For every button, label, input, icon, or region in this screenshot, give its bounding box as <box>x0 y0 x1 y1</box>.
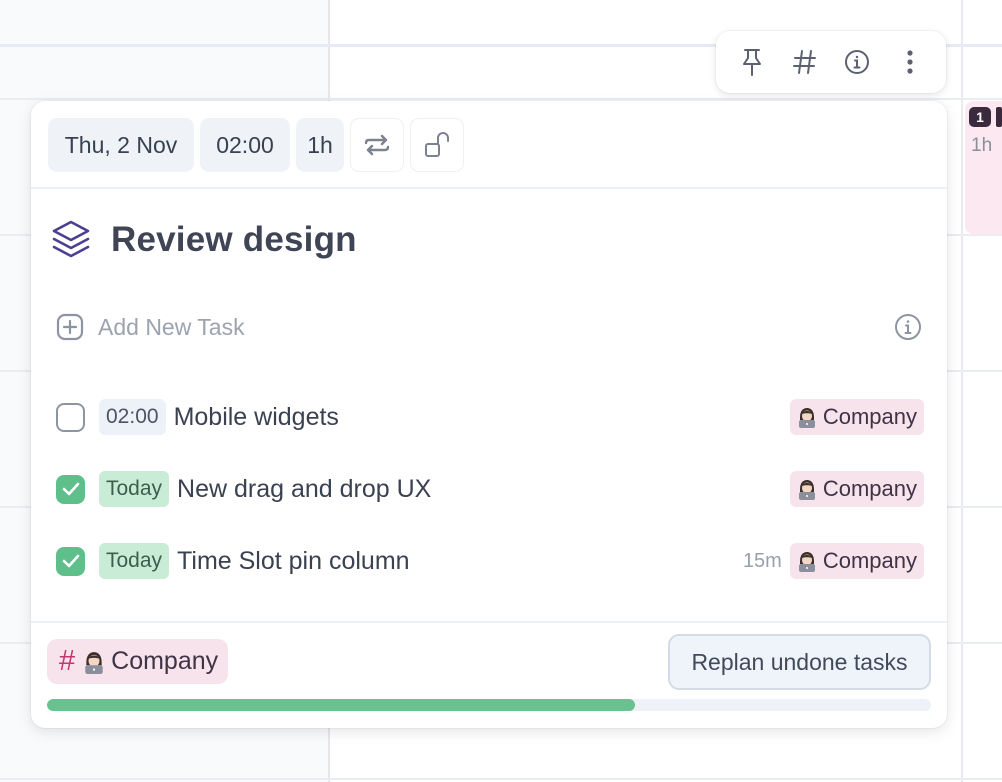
task-time-pill[interactable]: 02:00 <box>99 399 166 435</box>
technologist-emoji-icon <box>798 480 815 500</box>
event-tag-button[interactable]: # Company <box>47 639 229 684</box>
replan-undone-tasks-button[interactable]: Replan undone tasks <box>668 634 931 690</box>
task-checkbox[interactable] <box>56 402 85 432</box>
event-title[interactable]: Review design <box>111 220 357 260</box>
task-date-pill[interactable]: Today <box>99 471 170 507</box>
info-icon <box>895 314 921 340</box>
add-task-input[interactable]: Add New Task <box>98 314 245 341</box>
task-name[interactable]: New drag and drop UX <box>177 475 431 504</box>
more-vertical-icon <box>907 50 913 74</box>
task-tag-label: Company <box>822 404 917 429</box>
calendar-hour-line <box>0 778 1002 780</box>
task-tag[interactable]: Company <box>789 471 924 507</box>
add-task-info-button[interactable] <box>894 313 922 346</box>
task-date-pill[interactable]: Today <box>99 543 170 579</box>
duration-picker-button[interactable]: 1h <box>296 118 344 172</box>
task-row[interactable]: Today Time Slot pin column 15m Company <box>56 541 924 581</box>
layers-icon <box>52 220 90 258</box>
check-icon <box>62 482 79 496</box>
technologist-emoji-icon <box>85 651 103 674</box>
more-options-button[interactable] <box>890 42 930 82</box>
event-duration: 1h <box>971 135 993 156</box>
technologist-emoji-icon <box>798 408 815 428</box>
technologist-emoji-icon <box>798 552 815 572</box>
repeat-button[interactable] <box>350 118 404 172</box>
event-toolbar <box>716 31 946 93</box>
task-time-estimate[interactable]: 15m <box>743 550 782 573</box>
unlock-icon <box>425 132 449 157</box>
repeat-icon <box>364 134 390 156</box>
date-picker-button[interactable]: Thu, 2 Nov <box>48 118 194 172</box>
info-icon <box>845 50 870 74</box>
calendar-event[interactable]: 1 1h <box>965 101 1002 234</box>
task-tag-label: Company <box>822 476 917 501</box>
pin-button[interactable] <box>732 42 772 82</box>
info-button[interactable] <box>837 42 877 82</box>
tag-button[interactable] <box>785 42 825 82</box>
event-header: Thu, 2 Nov 02:00 1h <box>31 101 947 189</box>
task-name[interactable]: Mobile widgets <box>174 403 339 432</box>
hash-icon <box>792 50 816 74</box>
plus-square-icon <box>56 313 84 341</box>
tasks-progress-bar <box>47 699 931 711</box>
footer-divider <box>31 621 947 623</box>
task-row[interactable]: Today New drag and drop UX Company <box>56 469 924 509</box>
task-tag-label: Company <box>822 548 917 573</box>
task-checkbox[interactable] <box>56 474 85 504</box>
event-title-fragment <box>996 107 1002 127</box>
task-row[interactable]: 02:00 Mobile widgets Company <box>56 397 924 437</box>
lock-toggle-button[interactable] <box>410 118 464 172</box>
event-title-row: Review design <box>51 219 357 261</box>
calendar-hour-line <box>0 98 1002 100</box>
tasks-progress-fill <box>47 699 635 711</box>
calendar-column-divider <box>961 0 963 782</box>
task-tag[interactable]: Company <box>789 543 924 579</box>
event-detail-popover: Thu, 2 Nov 02:00 1h Review design Add Ne… <box>31 101 947 728</box>
event-task-count-badge: 1 <box>969 107 991 127</box>
time-picker-button[interactable]: 02:00 <box>200 118 290 172</box>
pin-icon <box>743 49 762 76</box>
hash-icon: # <box>59 645 76 677</box>
task-tag[interactable]: Company <box>789 399 924 435</box>
check-icon <box>62 554 79 568</box>
event-tag-label: Company <box>111 647 219 675</box>
add-task-row[interactable]: Add New Task <box>56 311 922 343</box>
task-checkbox[interactable] <box>56 546 85 576</box>
task-name[interactable]: Time Slot pin column <box>177 547 410 576</box>
